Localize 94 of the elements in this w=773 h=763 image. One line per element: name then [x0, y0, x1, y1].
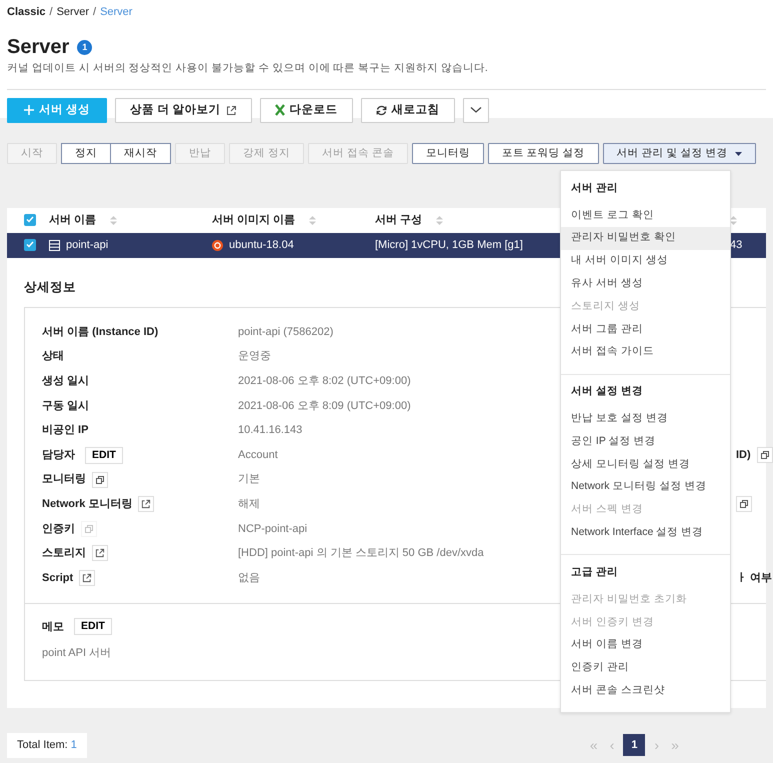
- column-header[interactable]: 서버 이미지 이름: [212, 212, 296, 229]
- menu-item[interactable]: 서버 콘솔 스크린샷: [561, 680, 730, 702]
- column-header[interactable]: 서버 구성: [375, 212, 422, 229]
- action-button[interactable]: 포트 포워딩 설정: [488, 143, 599, 164]
- external-link-icon: [226, 104, 237, 116]
- page-title: Server: [7, 36, 70, 58]
- copy-button[interactable]: [736, 496, 752, 512]
- copy-button[interactable]: [756, 447, 773, 464]
- field-label: 생성 일시: [42, 374, 90, 389]
- download-button[interactable]: 다운로드: [260, 98, 353, 123]
- external-link-icon: [82, 572, 92, 583]
- field-value: 해제: [238, 498, 260, 510]
- menu-item[interactable]: 관리자 비밀번호 확인: [561, 226, 730, 250]
- field-label: 구동 일시: [42, 398, 90, 414]
- menu-item[interactable]: 유사 서버 생성: [561, 272, 730, 296]
- plus-icon: [24, 105, 34, 116]
- ubuntu-icon: [212, 240, 223, 251]
- excel-icon: [274, 104, 285, 116]
- table-cell-text: ubuntu-18.04: [229, 238, 294, 254]
- copy-button[interactable]: [92, 472, 108, 488]
- field-value: point-api (7586202): [238, 326, 334, 338]
- field-label: Script: [42, 570, 74, 586]
- field-value: 10.41.16.143: [238, 424, 302, 436]
- external-link-button[interactable]: [79, 570, 96, 586]
- menu-item[interactable]: 서버 접속 가이드: [561, 340, 730, 364]
- field-label: 상태: [42, 349, 64, 364]
- copy-icon: [739, 499, 749, 510]
- external-link-button[interactable]: [138, 496, 154, 512]
- menu-section-header: 고급 관리: [570, 564, 619, 580]
- field-label: 서버 이름 (Instance ID): [42, 324, 158, 340]
- count-badge: 1: [77, 40, 92, 54]
- refresh-icon: [376, 104, 387, 116]
- external-link-button[interactable]: [92, 545, 108, 562]
- field-label: 담당자: [42, 448, 75, 463]
- checkbox[interactable]: [24, 238, 36, 251]
- field-value: 운영중: [238, 350, 271, 362]
- table-cell: 43: [730, 239, 742, 252]
- memo-text: point API 서버: [42, 646, 112, 662]
- field-label: 메모: [42, 620, 64, 635]
- page-description: 커널 업데이트 시 서버의 정상적인 사용이 불가능할 수 있으며 이에 따른 복구는 지원하지 않습니다.: [7, 61, 489, 76]
- copy-icon: [95, 474, 105, 485]
- action-button[interactable]: 재시작: [110, 143, 171, 164]
- menu-section-header: 서버 관리: [570, 180, 619, 196]
- learn-more-button[interactable]: 상품 더 알아보기: [115, 98, 252, 123]
- field-label: 모니터링: [42, 472, 86, 488]
- table-cell-text: point-api: [66, 238, 108, 254]
- action-button[interactable]: 정지: [61, 143, 111, 164]
- menu-item[interactable]: 이벤트 로그 확인: [561, 204, 730, 227]
- refresh-button[interactable]: 새로고침: [360, 98, 455, 123]
- edit-button[interactable]: EDIT: [85, 446, 123, 464]
- copy-icon: [760, 450, 770, 460]
- menu-item[interactable]: 인증키 관리: [561, 656, 730, 680]
- dropdown-button[interactable]: 서버 관리 및 설정 변경: [602, 143, 756, 164]
- column-header[interactable]: 서버 이름: [49, 212, 96, 229]
- total-count: Total Item: 1: [7, 733, 87, 758]
- field-value: Account: [238, 448, 278, 461]
- field-label: ㅏ 여부: [736, 570, 772, 586]
- edit-button[interactable]: EDIT: [74, 618, 112, 636]
- field-label: 스토리지: [42, 546, 86, 562]
- field-label: ID): [736, 448, 751, 463]
- caret-down-icon: [735, 152, 742, 156]
- breadcrumb-separator: /: [50, 6, 53, 18]
- chevron-down-icon: [470, 106, 482, 114]
- menu-item[interactable]: 서버 그룹 관리: [561, 318, 730, 341]
- menu-item[interactable]: Network Interface 설정 변경: [561, 522, 730, 544]
- field-value: 2021-08-06 오후 8:09 (UTC+09:00): [238, 400, 411, 412]
- external-link-icon: [141, 499, 152, 510]
- section-title: 상세정보: [24, 279, 76, 296]
- pagination-button[interactable]: 1: [623, 734, 646, 756]
- external-link-icon: [95, 548, 105, 558]
- more-button[interactable]: [462, 98, 489, 123]
- field-value: 없음: [238, 572, 260, 584]
- checkbox[interactable]: [24, 214, 36, 226]
- server-icon: [49, 240, 60, 251]
- menu-item[interactable]: 공인 IP 설정 변경: [561, 430, 730, 454]
- table-cell: [Micro] 1vCPU, 1GB Mem [g1]: [375, 239, 523, 252]
- action-button[interactable]: 모니터링: [412, 143, 484, 164]
- breadcrumb-separator: /: [93, 6, 96, 18]
- field-label: 인증키: [42, 522, 75, 537]
- field-value: [HDD] point-api 의 기본 스토리지 50 GB /dev/xvda: [238, 547, 484, 560]
- field-label: 비공인 IP: [42, 423, 88, 438]
- breadcrumb-current: Server: [100, 6, 132, 18]
- menu-item[interactable]: 서버 이름 변경: [561, 634, 730, 657]
- field-value: NCP-point-api: [238, 522, 308, 535]
- field-label: Network 모니터링: [42, 496, 132, 512]
- menu-item[interactable]: 상세 모니터링 설정 변경: [561, 453, 730, 476]
- menu-item[interactable]: Network 모니터링 설정 변경: [561, 476, 730, 499]
- menu-item[interactable]: 반납 보호 설정 변경: [561, 408, 730, 430]
- breadcrumb-link[interactable]: Classic: [7, 6, 46, 18]
- breadcrumb-link[interactable]: Server: [56, 6, 89, 18]
- field-value: 2021-08-06 오후 8:02 (UTC+09:00): [238, 374, 411, 387]
- menu-section-header: 서버 설정 변경: [570, 384, 644, 400]
- field-value: 기본: [238, 473, 260, 486]
- copy-icon: [84, 524, 94, 534]
